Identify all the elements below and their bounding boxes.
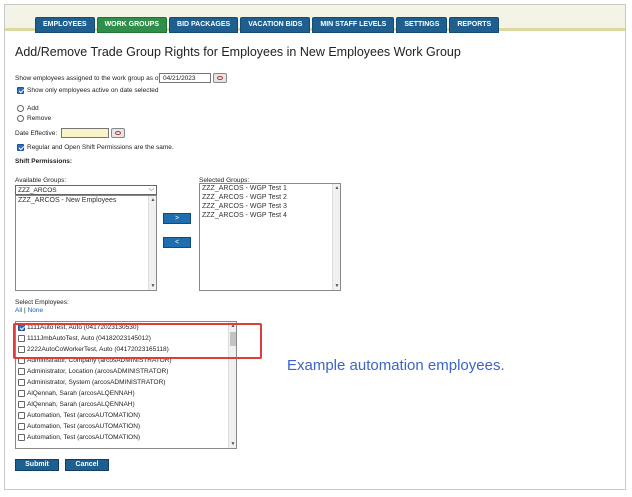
select-all-none: All | None (15, 307, 43, 314)
remove-radio-label: Remove (27, 115, 52, 122)
scroll-up-icon[interactable]: ▲ (333, 184, 341, 192)
employee-checkbox[interactable] (18, 368, 25, 375)
tab-work-groups[interactable]: WORK GROUPS (96, 17, 168, 33)
app-frame: EMPLOYEES WORK GROUPS BID PACKAGES VACAT… (4, 4, 626, 490)
add-radio-label: Add (27, 105, 39, 112)
date-effective-input[interactable] (61, 128, 109, 138)
scroll-down-icon[interactable]: ▼ (229, 440, 236, 448)
tab-employees[interactable]: EMPLOYEES (35, 17, 95, 33)
list-item[interactable]: ZZZ_ARCOS - WGP Test 1 (200, 184, 340, 193)
cancel-button[interactable]: Cancel (65, 459, 109, 471)
chevron-down-icon: ⌵ (148, 186, 154, 193)
list-item[interactable]: 2222AutoCoWorkerTest, Auto (041720231651… (16, 344, 236, 355)
employee-name: 1111JmbAutoTest, Auto (04182023145012) (27, 335, 151, 342)
employee-checkbox[interactable] (18, 390, 25, 397)
employee-name: Automation, Test (arcosAUTOMATION) (27, 434, 141, 441)
as-of-label: Show employees assigned to the work grou… (15, 75, 163, 82)
employee-checkbox[interactable] (18, 379, 25, 386)
scroll-down-icon[interactable]: ▼ (149, 282, 157, 290)
employee-checkbox[interactable] (18, 357, 25, 364)
employee-checkbox[interactable] (18, 401, 25, 408)
submit-button[interactable]: Submit (15, 459, 59, 471)
employee-name: Automation, Test (arcosAUTOMATION) (27, 423, 141, 430)
list-item[interactable]: ZZZ_ARCOS - WGP Test 3 (200, 202, 340, 211)
active-only-label: Show only employees active on date selec… (27, 87, 159, 94)
scrollbar[interactable]: ▲ ▼ (228, 322, 236, 448)
available-groups-list[interactable]: ZZZ_ARCOS - New Employees ▲ ▼ (15, 195, 157, 291)
employee-name: Administrator, Company (arcosADMINISTRAT… (27, 357, 172, 364)
available-groups-label: Available Groups: (15, 177, 67, 184)
selected-groups-list[interactable]: ZZZ_ARCOS - WGP Test 1 ZZZ_ARCOS - WGP T… (199, 183, 341, 291)
available-groups-dropdown[interactable]: ZZZ_ARCOS ⌵ (15, 185, 157, 195)
employee-name: Administrator, System (arcosADMINISTRATO… (27, 379, 166, 386)
list-item[interactable]: Automation, Test (arcosAUTOMATION) (16, 410, 236, 421)
nav-tabs: EMPLOYEES WORK GROUPS BID PACKAGES VACAT… (35, 17, 501, 33)
as-of-date-input[interactable]: 04/21/2023 (159, 73, 211, 83)
list-item[interactable]: ZZZ_ARCOS - WGP Test 4 (200, 211, 340, 220)
scrollbar-thumb[interactable] (230, 332, 236, 346)
link-separator: | (24, 307, 26, 314)
tab-vacation-bids[interactable]: VACATION BIDS (240, 17, 311, 33)
add-radio[interactable] (17, 105, 24, 112)
employee-name: 2222AutoCoWorkerTest, Auto (041720231651… (27, 346, 169, 353)
tab-reports[interactable]: REPORTS (449, 17, 500, 33)
employee-checkbox[interactable] (18, 324, 25, 331)
regular-open-checkbox[interactable] (17, 144, 24, 151)
dropdown-value: ZZZ_ARCOS (18, 187, 57, 194)
list-item[interactable]: Administrator, Company (arcosADMINISTRAT… (16, 355, 236, 366)
list-item[interactable]: ZZZ_ARCOS - WGP Test 2 (200, 193, 340, 202)
scroll-down-icon[interactable]: ▼ (333, 282, 341, 290)
employee-checkbox[interactable] (18, 335, 25, 342)
scroll-up-icon[interactable]: ▲ (229, 322, 236, 330)
select-employees-label: Select Employees: (15, 299, 69, 306)
regular-open-label: Regular and Open Shift Permissions are t… (27, 144, 174, 151)
list-item[interactable]: 1111AutoTest, Auto (04172023130530) (16, 322, 236, 333)
tab-min-staff-levels[interactable]: MIN STAFF LEVELS (312, 17, 395, 33)
date-effective-label: Date Effective: (15, 130, 58, 137)
active-only-checkbox[interactable] (17, 87, 24, 94)
employee-name: AlQennah, Sarah (arcosALQENNAH) (27, 390, 135, 397)
top-nav: EMPLOYEES WORK GROUPS BID PACKAGES VACAT… (5, 5, 625, 33)
move-right-button[interactable]: > (163, 213, 191, 224)
employee-name: 1111AutoTest, Auto (04172023130530) (27, 324, 139, 331)
employee-checkbox[interactable] (18, 346, 25, 353)
list-item[interactable]: 1111JmbAutoTest, Auto (04182023145012) (16, 333, 236, 344)
employee-list[interactable]: 1111AutoTest, Auto (04172023130530) 1111… (15, 321, 237, 449)
select-none-link[interactable]: None (28, 307, 44, 314)
shift-permissions-label: Shift Permissions: (15, 158, 73, 165)
scrollbar[interactable]: ▲ ▼ (332, 184, 340, 290)
list-item[interactable]: Automation, Test (arcosAUTOMATION) (16, 432, 236, 443)
calendar-icon[interactable] (111, 128, 125, 138)
list-item[interactable]: ZZZ_ARCOS - New Employees (16, 196, 156, 205)
annotation-text: Example automation employees. (287, 357, 505, 374)
tab-bid-packages[interactable]: BID PACKAGES (169, 17, 239, 33)
page-title: Add/Remove Trade Group Rights for Employ… (15, 45, 461, 59)
remove-radio[interactable] (17, 115, 24, 122)
list-item[interactable]: Automation, Test (arcosAUTOMATION) (16, 421, 236, 432)
employee-name: Automation, Test (arcosAUTOMATION) (27, 412, 141, 419)
employee-name: AlQennah, Sarah (arcosALQENNAH) (27, 401, 135, 408)
list-item[interactable]: AlQennah, Sarah (arcosALQENNAH) (16, 388, 236, 399)
employee-checkbox[interactable] (18, 434, 25, 441)
list-item[interactable]: Administrator, Location (arcosADMINISTRA… (16, 366, 236, 377)
select-all-link[interactable]: All (15, 307, 22, 314)
calendar-icon[interactable] (213, 73, 227, 83)
employee-checkbox[interactable] (18, 423, 25, 430)
list-item[interactable]: Administrator, System (arcosADMINISTRATO… (16, 377, 236, 388)
employee-name: Administrator, Location (arcosADMINISTRA… (27, 368, 169, 375)
scrollbar[interactable]: ▲ ▼ (148, 196, 156, 290)
tab-settings[interactable]: SETTINGS (396, 17, 448, 33)
employee-checkbox[interactable] (18, 412, 25, 419)
list-item[interactable]: AlQennah, Sarah (arcosALQENNAH) (16, 399, 236, 410)
move-left-button[interactable]: < (163, 237, 191, 248)
scroll-up-icon[interactable]: ▲ (149, 196, 157, 204)
